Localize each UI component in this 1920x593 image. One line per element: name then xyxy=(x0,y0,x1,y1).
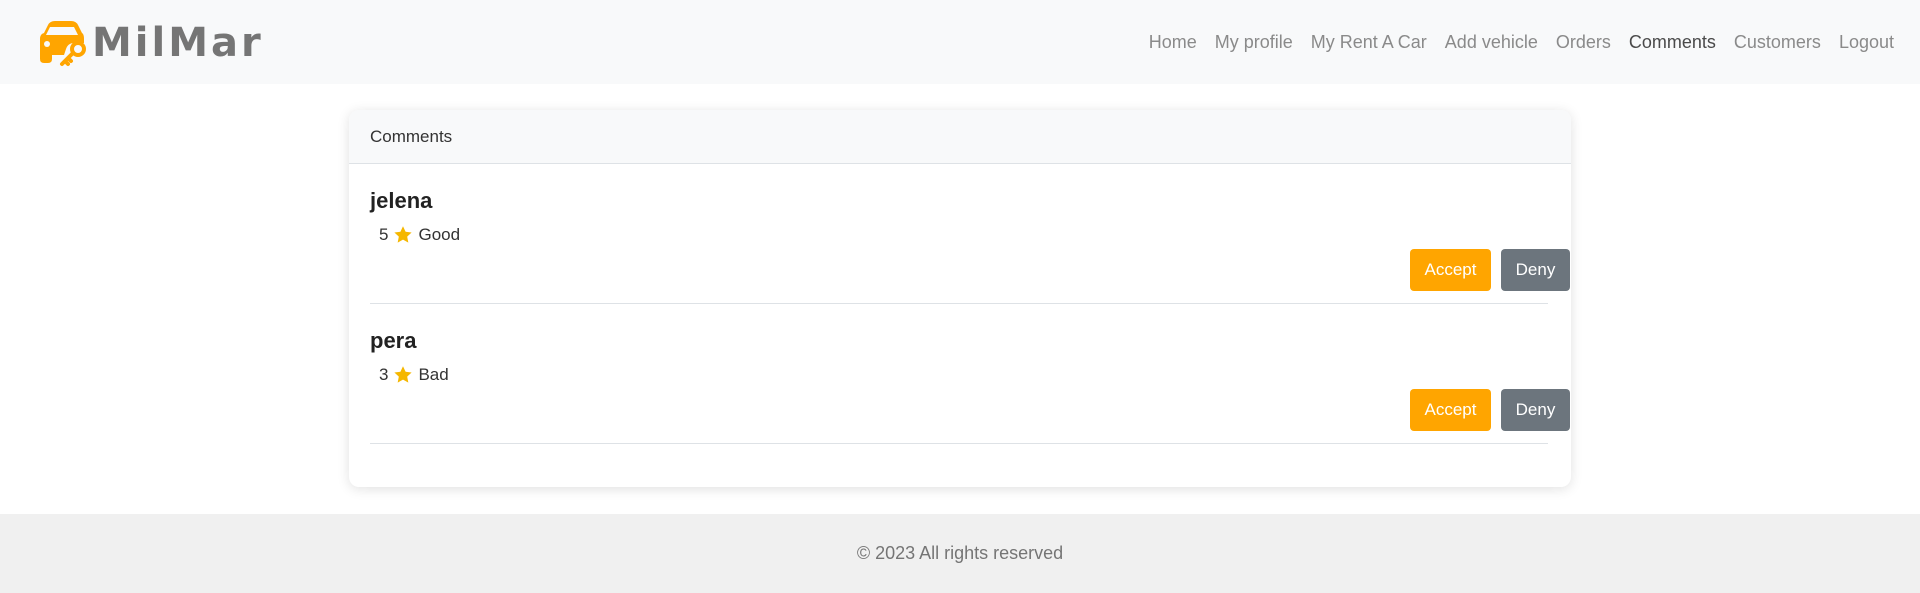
nav-orders[interactable]: Orders xyxy=(1556,32,1611,53)
copyright-text: © 2023 All rights reserved xyxy=(856,543,1064,563)
accept-button[interactable]: Accept xyxy=(1410,389,1491,431)
comment-item: jelena 5 Good Accept Deny xyxy=(370,165,1570,304)
nav-logout[interactable]: Logout xyxy=(1839,32,1894,53)
car-key-icon xyxy=(40,21,86,66)
nav-my-profile[interactable]: My profile xyxy=(1215,32,1293,53)
accept-button[interactable]: Accept xyxy=(1410,249,1491,291)
nav-customers[interactable]: Customers xyxy=(1734,32,1821,53)
nav-home[interactable]: Home xyxy=(1149,32,1197,53)
star-icon xyxy=(394,226,413,243)
comment-rating: 3 Bad xyxy=(379,365,449,385)
nav-links: Home My profile My Rent A Car Add vehicl… xyxy=(1131,0,1894,84)
brand-logo[interactable]: MilMar xyxy=(34,18,264,68)
comment-user: pera xyxy=(370,328,417,353)
deny-button[interactable]: Deny xyxy=(1501,389,1570,431)
comment-text: Good xyxy=(418,225,461,244)
comments-card: Comments jelena 5 Good Accept Deny pera … xyxy=(349,110,1571,487)
nav-comments[interactable]: Comments xyxy=(1629,32,1716,53)
deny-button[interactable]: Deny xyxy=(1501,249,1570,291)
comment-item: pera 3 Bad Accept Deny xyxy=(370,305,1570,444)
rating-value: 3 xyxy=(379,365,389,384)
comment-text: Bad xyxy=(418,365,449,384)
navbar: MilMar Home My profile My Rent A Car Add… xyxy=(0,0,1920,84)
card-header: Comments xyxy=(349,110,1571,164)
nav-my-rent-a-car[interactable]: My Rent A Car xyxy=(1311,32,1427,53)
brand-name: MilMar xyxy=(92,20,264,66)
comment-rating: 5 Good xyxy=(379,225,460,245)
comment-user: jelena xyxy=(370,188,433,213)
rating-value: 5 xyxy=(379,225,389,244)
footer: © 2023 All rights reserved xyxy=(0,514,1920,593)
nav-add-vehicle[interactable]: Add vehicle xyxy=(1445,32,1538,53)
star-icon xyxy=(394,366,413,383)
